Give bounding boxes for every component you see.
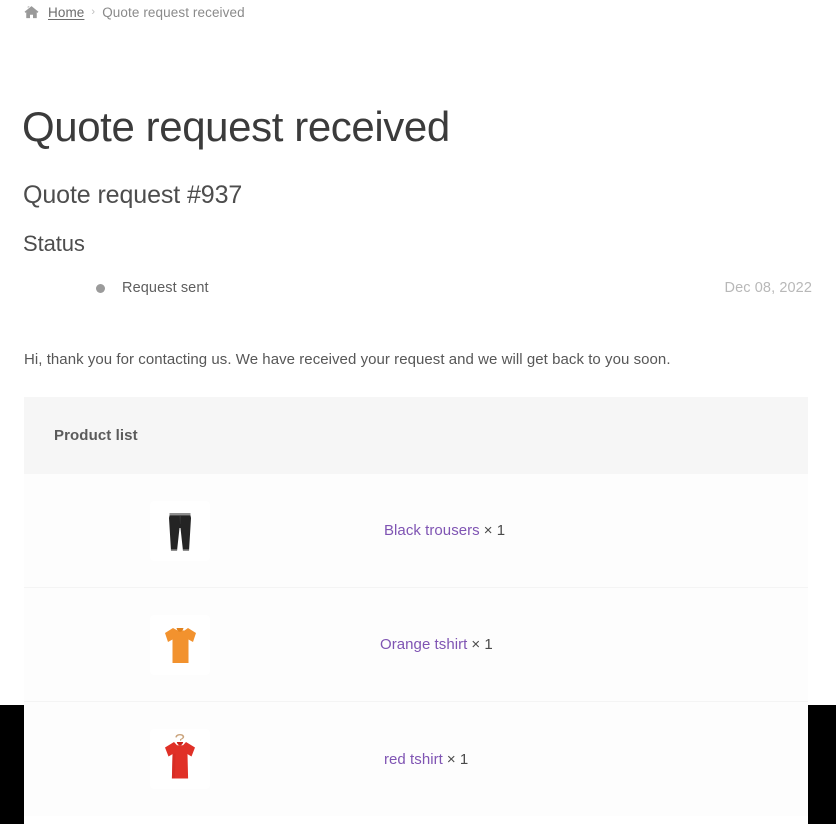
product-quantity: × 1	[471, 636, 493, 653]
product-list-header-label: Product list	[54, 427, 138, 444]
table-row: Black trousers × 1	[24, 474, 808, 588]
product-link[interactable]: Black trousers	[384, 522, 480, 539]
product-thumbnail-cell	[24, 614, 336, 675]
product-name-cell: Black trousers × 1	[336, 522, 808, 539]
breadcrumb-home-link[interactable]: Home	[48, 5, 84, 20]
product-list-card: Product list Black trousers × 1 Orange t…	[24, 397, 808, 816]
status-heading: Status	[23, 231, 85, 256]
breadcrumb-current: Quote request received	[102, 4, 245, 20]
product-thumbnail-cell	[24, 500, 336, 561]
status-entry: Request sent	[96, 280, 209, 296]
status-dot-icon	[96, 283, 105, 293]
black-trousers-thumbnail[interactable]	[150, 500, 210, 561]
product-link[interactable]: Orange tshirt	[380, 636, 467, 653]
orange-tshirt-thumbnail[interactable]	[150, 614, 210, 675]
confirmation-message: Hi, thank you for contacting us. We have…	[24, 351, 671, 368]
status-label: Request sent	[122, 280, 209, 296]
table-row: red tshirt × 1	[24, 702, 808, 816]
home-icon	[24, 5, 39, 20]
right-edge-bar	[808, 705, 836, 824]
page-title: Quote request received	[22, 103, 450, 150]
status-row: Request sent Dec 08, 2022	[24, 274, 812, 302]
product-thumbnail-cell	[24, 729, 336, 789]
product-quantity: × 1	[446, 750, 469, 768]
product-name-cell: red tshirt × 1	[336, 751, 808, 768]
status-date: Dec 08, 2022	[724, 280, 812, 296]
product-name-cell: Orange tshirt × 1	[336, 636, 808, 653]
quote-request-number: Quote request #937	[23, 181, 243, 209]
breadcrumb-separator-icon: ›	[91, 6, 96, 18]
product-link[interactable]: red tshirt	[384, 751, 443, 768]
breadcrumb: Home › Quote request received	[24, 0, 245, 24]
table-row: Orange tshirt × 1	[24, 588, 808, 702]
product-quantity: × 1	[483, 522, 506, 539]
red-tshirt-thumbnail[interactable]	[150, 729, 210, 789]
left-edge-bar	[0, 705, 24, 824]
product-list-header: Product list	[24, 397, 808, 474]
